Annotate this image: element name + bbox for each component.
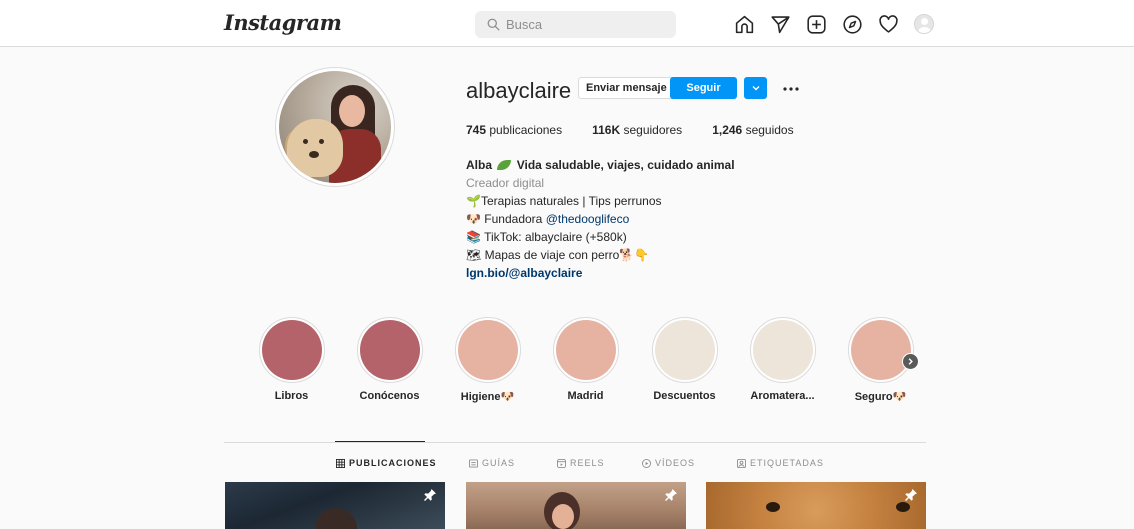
- more-options-button[interactable]: [781, 80, 801, 96]
- post-thumbnail[interactable]: [466, 482, 686, 529]
- profile-category: Creador digital: [466, 176, 545, 190]
- highlight-label: Conócenos: [359, 390, 420, 402]
- guides-icon: [469, 458, 478, 468]
- profile-tabs: PUBLICACIONES GUÍAS REELS VÍDEOS ETIQUET…: [224, 458, 926, 470]
- highlights-next-button[interactable]: [902, 353, 919, 370]
- active-tab-indicator: [335, 441, 425, 442]
- activity-heart-icon[interactable]: [877, 13, 899, 35]
- chevron-right-icon: [908, 358, 913, 365]
- bio-line: 🌱Terapias naturales | Tips perrunos: [466, 194, 662, 208]
- profile-photo: [279, 71, 391, 183]
- bio-line: 🐶 Fundadora @thedooglifeco: [466, 212, 630, 226]
- post-thumbnail[interactable]: [225, 482, 445, 529]
- highlight-label: Higiene🐶: [460, 390, 515, 403]
- highlight-item[interactable]: Aromatera...: [744, 317, 821, 402]
- highlight-cover: [555, 320, 616, 380]
- tab-publicaciones[interactable]: PUBLICACIONES: [336, 458, 437, 468]
- posts-count: 745 publicaciones: [466, 123, 563, 137]
- direct-messages-icon[interactable]: [769, 13, 791, 35]
- more-dots-icon: [783, 87, 799, 91]
- profile-username: albayclaire: [466, 78, 572, 103]
- bio-line: 🗺 Mapas de viaje con perro🐕👇: [466, 248, 650, 262]
- profile-picture[interactable]: [275, 67, 395, 187]
- followers-count[interactable]: 116K seguidores: [592, 123, 682, 137]
- highlight-label: Libros: [274, 390, 309, 402]
- highlight-cover: [261, 320, 322, 380]
- leaf-icon: [497, 160, 512, 170]
- chevron-down-icon: [752, 86, 759, 91]
- highlight-label: Madrid: [567, 390, 604, 402]
- post-thumbnail[interactable]: [706, 482, 926, 529]
- bio-line: 📚 TikTok: albayclaire (+580k): [466, 230, 627, 244]
- follow-button[interactable]: Seguir: [670, 77, 737, 99]
- tab-etiquetadas[interactable]: ETIQUETADAS: [737, 458, 824, 468]
- profile-full-name: Alba Vida saludable, viajes, cuidado ani…: [466, 158, 735, 172]
- highlight-item[interactable]: Higiene🐶: [449, 317, 526, 403]
- search-box[interactable]: [475, 11, 676, 38]
- home-icon[interactable]: [733, 13, 755, 35]
- highlight-item[interactable]: Descuentos: [646, 317, 723, 402]
- highlight-label: Seguro🐶: [854, 390, 907, 403]
- send-message-button[interactable]: Enviar mensaje: [578, 77, 675, 99]
- avatar[interactable]: [914, 14, 934, 34]
- explore-icon[interactable]: [841, 13, 863, 35]
- tabs-divider: [224, 442, 926, 443]
- bio-mention-link[interactable]: @thedooglifeco: [546, 212, 630, 226]
- highlight-item[interactable]: Madrid: [547, 317, 624, 402]
- highlight-cover: [654, 320, 715, 380]
- nav-icons: [733, 13, 935, 35]
- highlight-cover: [457, 320, 518, 380]
- tagged-icon: [737, 458, 746, 468]
- pinned-post-icon: [905, 489, 917, 501]
- reels-icon: [557, 458, 566, 468]
- pinned-post-icon: [665, 489, 677, 501]
- pinned-post-icon: [424, 489, 436, 501]
- highlight-cover: [359, 320, 420, 380]
- following-count[interactable]: 1,246 seguidos: [712, 123, 793, 137]
- highlight-label: Aromatera...: [750, 390, 815, 402]
- tab-reels[interactable]: REELS: [557, 458, 605, 468]
- highlight-label: Descuentos: [653, 390, 716, 402]
- profile-avatar-icon[interactable]: [913, 13, 935, 35]
- search-input[interactable]: [506, 17, 666, 32]
- highlight-item[interactable]: Libros: [253, 317, 330, 402]
- tab-videos[interactable]: VÍDEOS: [642, 458, 695, 468]
- grid-icon: [336, 458, 345, 468]
- highlight-cover: [850, 320, 911, 380]
- search-icon: [487, 18, 500, 31]
- highlight-cover: [752, 320, 813, 380]
- tab-guias[interactable]: GUÍAS: [469, 458, 515, 468]
- bio-external-link[interactable]: lgn.bio/@albayclaire: [466, 264, 735, 282]
- highlight-item[interactable]: Conócenos: [351, 317, 428, 402]
- top-navbar: Instagram: [0, 0, 1134, 47]
- instagram-logo[interactable]: Instagram: [224, 10, 342, 35]
- profile-bio: Alba Vida saludable, viajes, cuidado ani…: [466, 156, 735, 282]
- profile-stats: 745 publicaciones 116K seguidores 1,246 …: [466, 123, 824, 137]
- new-post-icon[interactable]: [805, 13, 827, 35]
- suggested-accounts-button[interactable]: [744, 77, 767, 99]
- video-icon: [642, 458, 651, 468]
